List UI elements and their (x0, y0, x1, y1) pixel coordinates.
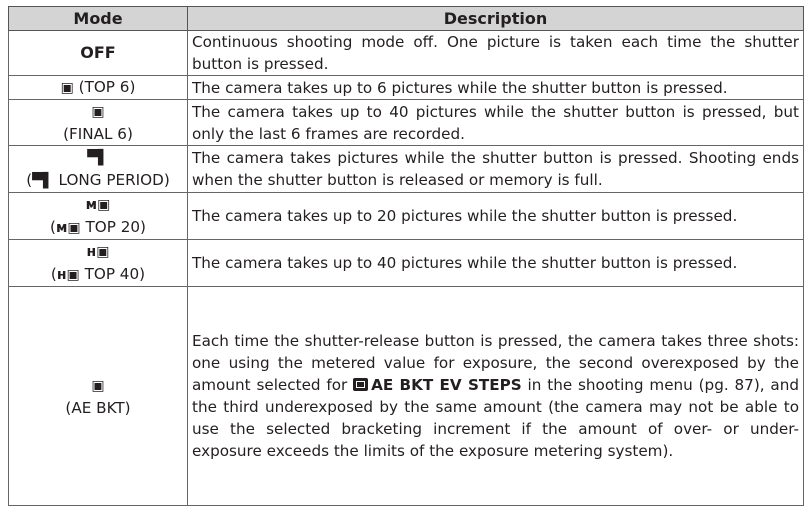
table-header-row: Mode Description (8, 6, 804, 31)
mode-label: TOP 40) (79, 265, 146, 283)
header-mode: Mode (8, 6, 188, 31)
continuous-top-icon: ▣ (60, 80, 74, 96)
table-row: ▣ (FINAL 6) The camera takes up to 40 pi… (8, 99, 804, 146)
description-cell: The camera takes up to 20 pictures while… (187, 192, 804, 240)
table-row: ▣ (TOP 6) The camera takes up to 6 pictu… (8, 75, 804, 100)
mode-cell-top20: ᴍ▣ (ᴍ▣ TOP 20) (8, 192, 188, 240)
continuous-long-inline-icon: ▀▌ (32, 173, 54, 189)
table-row: ᴍ▣ (ᴍ▣ TOP 20) The camera takes up to 20… (8, 192, 804, 240)
mode-label: (FINAL 6) (63, 125, 133, 143)
mode-cell-top40: ʜ▣ (ʜ▣ TOP 40) (8, 239, 188, 287)
description-cell: The camera takes up to 40 pictures while… (187, 99, 804, 146)
mode-label: OFF (80, 43, 116, 62)
description-cell: The camera takes up to 6 pictures while … (187, 75, 804, 100)
continuous-m-inline-icon: ᴍ▣ (55, 220, 81, 236)
continuous-h-icon: ʜ▣ (86, 244, 110, 260)
ae-bracketing-icon: ▣ (91, 377, 105, 394)
description-cell: Each time the shutter-release button is … (187, 286, 804, 506)
mode-cell-ae-bkt: ▣ (AE BKT) (8, 286, 188, 506)
description-cell: The camera takes pictures while the shut… (187, 145, 804, 193)
mode-cell-long-period: ▀▌ (▀▌ LONG PERIOD) (8, 145, 188, 193)
mode-label: (AE BKT) (65, 398, 131, 417)
description-cell: The camera takes up to 40 pictures while… (187, 239, 804, 287)
shooting-menu-icon (353, 378, 369, 391)
continuous-final-icon: ▣ (91, 104, 105, 120)
table-row: ʜ▣ (ʜ▣ TOP 40) The camera takes up to 40… (8, 239, 804, 287)
continuous-m-icon: ᴍ▣ (85, 197, 111, 213)
table-row: ▣ (AE BKT) Each time the shutter-release… (8, 286, 804, 506)
mode-label: LONG PERIOD) (53, 171, 170, 189)
continuous-long-icon: ▀▌ (87, 150, 109, 166)
mode-cell-off: OFF (8, 30, 188, 76)
table-row: OFF Continuous shooting mode off. One pi… (8, 30, 804, 76)
mode-cell-final6: ▣ (FINAL 6) (8, 99, 188, 146)
continuous-h-inline-icon: ʜ▣ (56, 267, 80, 283)
continuous-mode-table: Mode Description OFF Continuous shooting… (8, 6, 804, 506)
table-row: ▀▌ (▀▌ LONG PERIOD) The camera takes pic… (8, 145, 804, 193)
menu-option-name: AE BKT EV STEPS (371, 376, 522, 394)
description-cell: Continuous shooting mode off. One pictur… (187, 30, 804, 76)
mode-label: (TOP 6) (73, 78, 136, 96)
mode-cell-top6: ▣ (TOP 6) (8, 75, 188, 100)
mode-label: TOP 20) (80, 218, 146, 236)
header-description: Description (187, 6, 804, 31)
